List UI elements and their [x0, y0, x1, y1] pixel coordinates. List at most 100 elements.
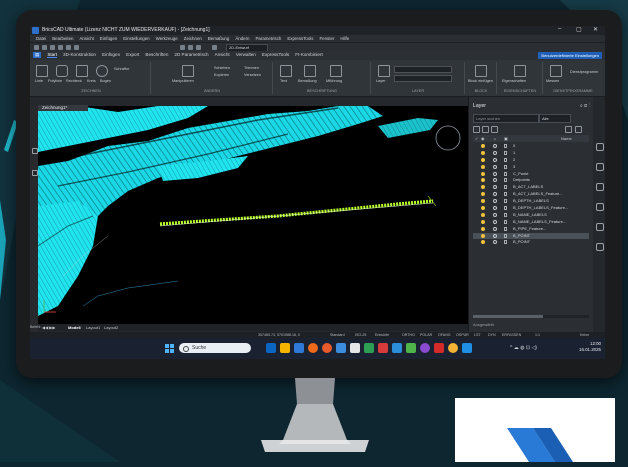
layer-lock-icon[interactable] — [504, 219, 507, 224]
layer-row[interactable]: 1 — [473, 150, 589, 157]
tool-bemassung[interactable]: Bemaßung — [298, 79, 317, 83]
layer-on-icon[interactable] — [481, 157, 485, 162]
firefox-icon[interactable] — [308, 343, 318, 353]
tool-mfuehrung[interactable]: Mführung — [326, 79, 342, 83]
new-layer-icon[interactable] — [473, 126, 480, 133]
layer-on-icon[interactable] — [481, 233, 485, 238]
tool-layer[interactable]: Layer — [376, 79, 386, 83]
status-lst[interactable]: LST — [474, 333, 481, 337]
settings-badge[interactable]: Benutzerdefinierte Einstellungen — [538, 52, 602, 59]
workspace-icon[interactable] — [212, 45, 217, 50]
tab-modell[interactable]: Modell — [68, 325, 81, 330]
delete-layer-icon[interactable] — [491, 126, 498, 133]
layer-freeze-icon[interactable] — [493, 212, 497, 217]
layer-on-icon[interactable] — [481, 206, 485, 211]
print-icon[interactable] — [58, 45, 63, 50]
document-tab-zeichnung1[interactable]: Zeichnung1* — [38, 105, 88, 111]
app-icon-orange[interactable] — [322, 343, 332, 353]
layer-freeze-icon[interactable] — [493, 157, 497, 162]
menu-werkzeuge[interactable]: Werkzeuge — [156, 36, 178, 41]
layer-on-icon[interactable] — [481, 192, 485, 197]
menu-datei[interactable]: Datei — [36, 36, 46, 41]
open-file-icon[interactable] — [42, 45, 47, 50]
status-entwuerfe[interactable]: Entwürfe — [375, 333, 389, 337]
tab-fi-kombiniert[interactable]: FI-Kombiniert — [295, 52, 323, 57]
layer-on-icon[interactable] — [481, 144, 485, 148]
menu-fenster[interactable]: Fenster — [319, 36, 334, 41]
blocks-panel-icon[interactable] — [596, 183, 604, 191]
match-properties-icon[interactable] — [188, 45, 193, 50]
app-icon-blue-2[interactable] — [392, 343, 402, 353]
status-ofang[interactable]: OFANG — [438, 333, 451, 337]
history-panel-icon[interactable] — [596, 243, 604, 251]
tool-trimmen[interactable]: Trimmen — [244, 66, 259, 70]
layer-freeze-icon[interactable] — [493, 206, 497, 211]
status-dyn[interactable]: DYN — [488, 333, 496, 337]
app-icon-green-2[interactable] — [406, 343, 416, 353]
layer-freeze-icon[interactable] — [493, 192, 497, 197]
library-panel-icon[interactable] — [596, 203, 604, 211]
navigation-wheel-icon[interactable] — [435, 125, 461, 151]
layer-row[interactable]: 2 — [473, 157, 589, 164]
measure-icon[interactable] — [196, 45, 201, 50]
layer-lock-icon[interactable] — [504, 185, 507, 190]
layer-lock-icon[interactable] — [504, 150, 507, 155]
taskbar-search[interactable]: Suche — [179, 343, 251, 353]
layer-lock-icon[interactable] — [504, 164, 507, 169]
tab-ansicht[interactable]: Ansicht — [215, 52, 230, 57]
layer-combo[interactable] — [394, 66, 452, 73]
layer-freeze-icon[interactable] — [493, 185, 497, 190]
block-insert-icon[interactable] — [475, 65, 487, 77]
layer-freeze-icon[interactable] — [493, 171, 497, 176]
app-icon-blue-3[interactable] — [462, 343, 472, 353]
layer-lock-icon[interactable] — [504, 226, 507, 231]
tab-layout1[interactable]: Layout1 — [86, 325, 100, 330]
app-icon-purple[interactable] — [420, 343, 430, 353]
layer-on-icon[interactable] — [481, 199, 485, 204]
layer-on-icon[interactable] — [481, 185, 485, 190]
layer-search-input[interactable]: Layer suchen — [473, 114, 539, 123]
layer-freeze-icon[interactable] — [493, 178, 497, 183]
tool-kreis[interactable]: Kreis — [87, 79, 96, 83]
layer-row[interactable]: B_NAME_LABELS — [473, 212, 589, 219]
layer-row[interactable]: C_Punkt — [473, 171, 589, 178]
measure-tool-icon[interactable] — [550, 65, 562, 77]
filter-icon[interactable] — [565, 126, 572, 133]
rectangle-icon[interactable] — [76, 65, 88, 77]
layer-on-icon[interactable] — [481, 219, 485, 224]
layer-row[interactable]: B_ACT_LABELS — [473, 184, 589, 191]
layer-lock-icon[interactable] — [504, 178, 507, 183]
menu-hilfe[interactable]: Hilfe — [340, 36, 349, 41]
layer-on-icon[interactable] — [481, 171, 485, 176]
layer-row[interactable]: B_PIPE_Feature... — [473, 226, 589, 233]
layer-freeze-icon[interactable] — [493, 144, 497, 148]
tool-manipulieren[interactable]: Manipulieren — [172, 79, 194, 83]
tab-export[interactable]: Export — [126, 52, 139, 57]
layer-on-icon[interactable] — [481, 150, 485, 155]
layer-lock-icon[interactable] — [504, 206, 507, 211]
layer-on-icon[interactable] — [481, 212, 485, 217]
layer-lock-icon[interactable] — [504, 144, 507, 148]
manufacturer-panel-icon[interactable] — [596, 223, 604, 231]
system-tray-icons[interactable]: ^ ☁ ◍ ⊡ ◁) — [510, 345, 537, 351]
layer-freeze-icon[interactable] — [493, 150, 497, 155]
properties-panel-icon[interactable] — [596, 143, 604, 151]
status-iso25[interactable]: ISO-25 — [355, 333, 366, 337]
polyline-icon[interactable] — [56, 65, 68, 77]
menu-zeichnen[interactable]: Zeichnen — [184, 36, 202, 41]
layer-row[interactable]: Defpoints — [473, 177, 589, 184]
tab-einfuegen[interactable]: Einfügen — [102, 52, 120, 57]
layer-tool-icon[interactable] — [180, 45, 185, 50]
layer-freeze-icon[interactable] — [493, 240, 497, 245]
layer-row[interactable]: B_DEPTH_LABELS — [473, 198, 589, 205]
new-layer-frozen-icon[interactable] — [482, 126, 489, 133]
layer-on-icon[interactable] — [481, 226, 485, 231]
layer-freeze-icon[interactable] — [493, 226, 497, 231]
tool-block-einfuegen[interactable]: Block einfügen — [468, 79, 493, 83]
menu-ansicht[interactable]: Ansicht — [80, 36, 94, 41]
app-icon-red[interactable] — [378, 343, 388, 353]
tab-beschriften[interactable]: Beschriften — [145, 52, 168, 57]
app-icon-white[interactable] — [350, 343, 360, 353]
layer-lock-icon[interactable] — [504, 157, 507, 162]
status-ortho[interactable]: ORTHO — [402, 333, 415, 337]
